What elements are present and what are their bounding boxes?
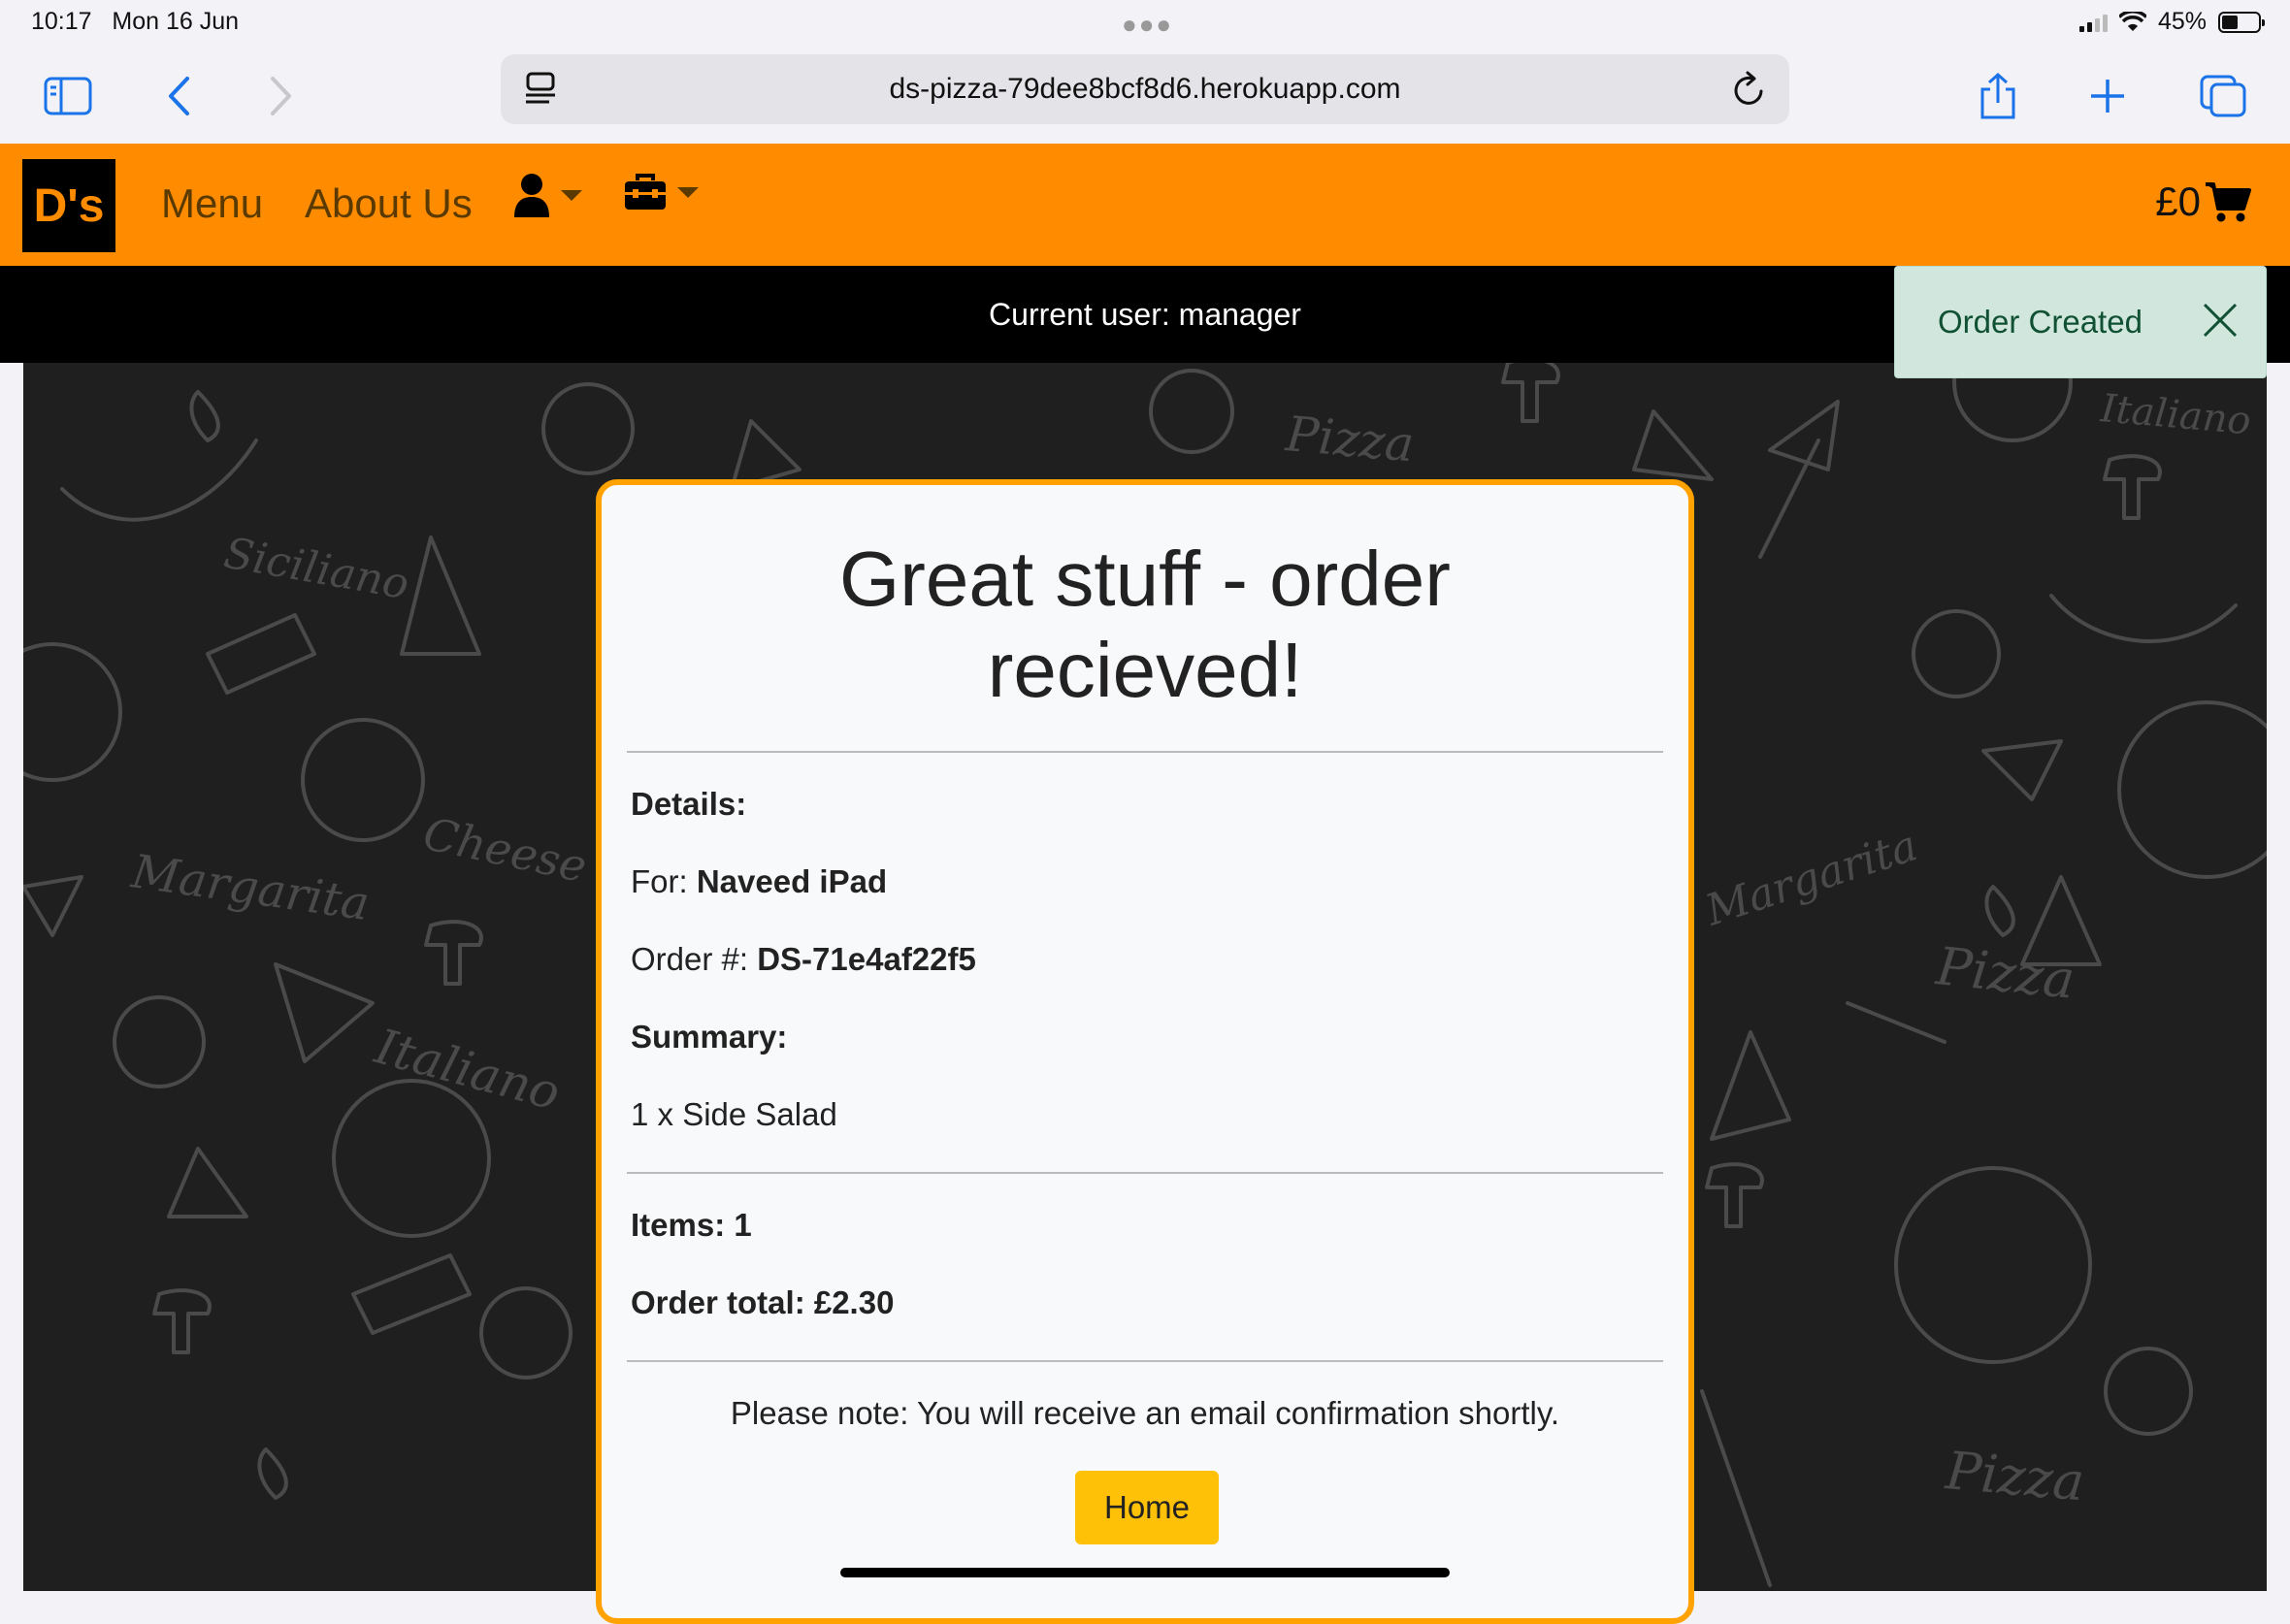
battery-icon bbox=[2218, 11, 2265, 33]
browser-toolbar: ds-pizza-79dee8bcf8d6.herokuapp.com bbox=[0, 49, 2290, 144]
sidebar-icon bbox=[44, 77, 92, 115]
sidebar-toggle-button[interactable] bbox=[41, 49, 95, 144]
customer-name: Naveed iPad bbox=[696, 863, 888, 899]
home-indicator[interactable] bbox=[840, 1568, 1450, 1577]
wifi-icon bbox=[2118, 11, 2146, 31]
for-label: For: bbox=[631, 863, 697, 899]
share-icon bbox=[1980, 72, 2015, 119]
address-bar[interactable]: ds-pizza-79dee8bcf8d6.herokuapp.com bbox=[501, 54, 1789, 124]
order-number: DS-71e4af22f5 bbox=[757, 941, 976, 977]
status-time: 10:17 Mon 16 Jun bbox=[31, 8, 239, 36]
bg-word-cheese: Cheese bbox=[419, 807, 592, 893]
current-user-text: Current user: manager bbox=[989, 296, 1301, 332]
toolbox-icon bbox=[625, 174, 666, 210]
order-confirmation-card: Great stuff - order recieved! Details: F… bbox=[596, 479, 1694, 1624]
nav-link-about-us[interactable]: About Us bbox=[305, 180, 473, 227]
chevron-down-icon bbox=[561, 189, 582, 201]
chevron-down-icon bbox=[677, 186, 699, 198]
page-title: Great stuff - order recieved! bbox=[839, 536, 1451, 713]
status-right: 45% bbox=[2078, 8, 2265, 36]
order-created-toast: Order Created bbox=[1894, 266, 2267, 378]
tabs-overview-button[interactable] bbox=[2199, 49, 2247, 144]
cellular-signal-icon bbox=[2078, 13, 2108, 32]
email-note: Please note: You will receive an email c… bbox=[730, 1395, 1560, 1431]
summary-item: 1 x Side Salad bbox=[631, 1096, 837, 1132]
share-button[interactable] bbox=[1976, 49, 2020, 144]
time-text: 10:17 bbox=[31, 8, 92, 35]
summary-label: Summary: bbox=[631, 1019, 788, 1055]
bg-word-margarita-right: Margarita bbox=[1699, 821, 1923, 936]
chevron-left-icon bbox=[169, 77, 189, 115]
site-navbar: D's Menu About Us £0 bbox=[0, 144, 2290, 266]
page-menu-icon[interactable] bbox=[524, 72, 557, 107]
cart-total: £0 bbox=[2155, 179, 2201, 224]
account-dropdown[interactable] bbox=[512, 173, 582, 217]
close-icon[interactable] bbox=[2202, 302, 2239, 339]
new-tab-button[interactable] bbox=[2088, 49, 2127, 144]
order-total: Order total: £2.30 bbox=[631, 1284, 895, 1320]
plus-icon bbox=[2091, 80, 2124, 113]
url-text: ds-pizza-79dee8bcf8d6.herokuapp.com bbox=[889, 73, 1401, 105]
details-label: Details: bbox=[631, 786, 747, 822]
cart-link[interactable]: £0 bbox=[2155, 179, 2251, 225]
battery-percent: 45% bbox=[2157, 8, 2207, 35]
chevron-right-icon bbox=[271, 77, 291, 115]
nav-link-menu[interactable]: Menu bbox=[161, 180, 263, 227]
bg-word-pizza-bottom: Pizza bbox=[1943, 1440, 2087, 1512]
management-dropdown[interactable] bbox=[623, 173, 699, 211]
divider bbox=[627, 1360, 1663, 1362]
order-for-row: For: Naveed iPad bbox=[631, 863, 887, 900]
bg-word-pizza-right: Pizza bbox=[1933, 935, 2078, 1011]
divider bbox=[627, 751, 1663, 753]
shopping-cart-icon bbox=[2206, 182, 2251, 222]
bg-word-pizza: Pizza bbox=[1283, 406, 1417, 472]
items-count: Items: 1 bbox=[631, 1207, 752, 1243]
multitask-dots-icon[interactable]: ●●● bbox=[1122, 10, 1173, 40]
divider bbox=[627, 1172, 1663, 1174]
back-button[interactable] bbox=[159, 49, 198, 144]
order-number-label: Order #: bbox=[631, 941, 758, 977]
order-number-row: Order #: DS-71e4af22f5 bbox=[631, 941, 976, 978]
forward-button[interactable] bbox=[262, 49, 301, 144]
bg-word-italiano-right: Italiano bbox=[2098, 386, 2252, 443]
site-logo[interactable]: D's bbox=[22, 159, 115, 252]
bg-word-siciliano: Siciliano bbox=[220, 529, 412, 610]
bg-word-margarita: Margarita bbox=[127, 844, 373, 931]
toast-message: Order Created bbox=[1938, 304, 2143, 340]
user-icon bbox=[514, 174, 549, 217]
status-bar: 10:17 Mon 16 Jun ●●● 45% bbox=[0, 0, 2290, 49]
tabs-icon bbox=[2200, 75, 2246, 117]
home-button[interactable]: Home bbox=[1075, 1471, 1219, 1544]
date-text: Mon 16 Jun bbox=[112, 8, 240, 35]
reload-icon[interactable] bbox=[1731, 70, 1768, 109]
